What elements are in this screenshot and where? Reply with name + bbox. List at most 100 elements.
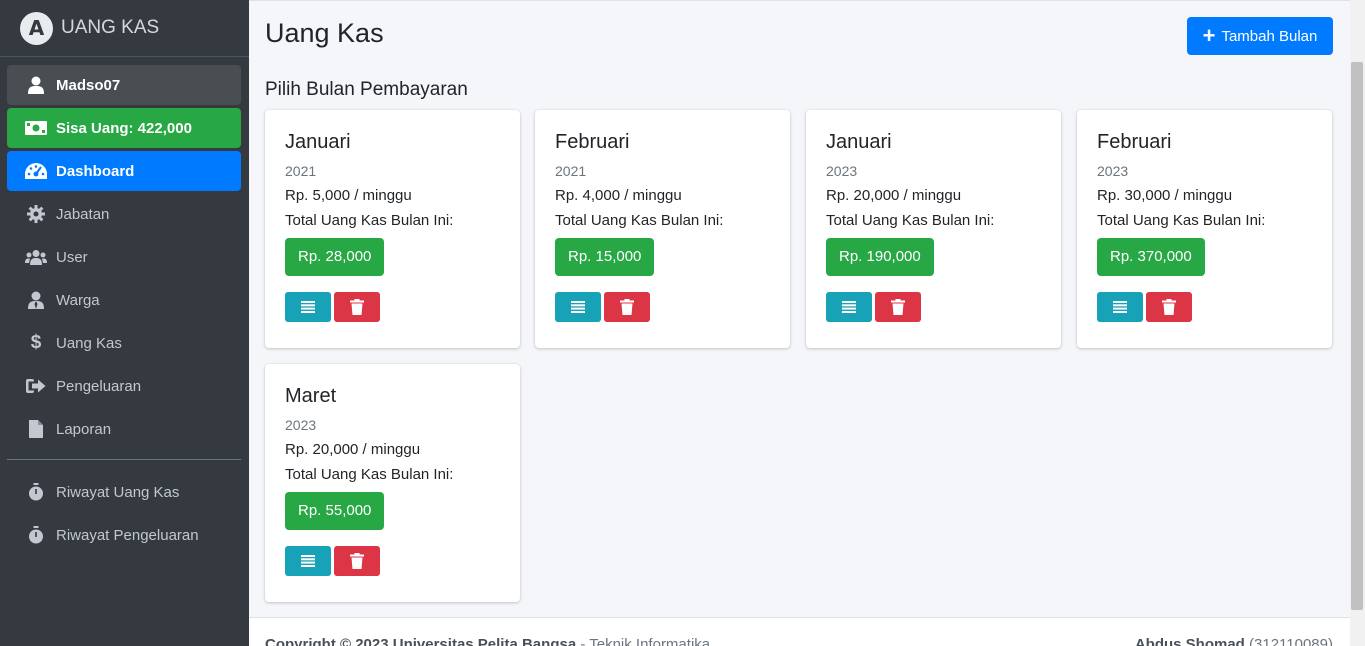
list-icon: [301, 555, 315, 567]
card-total-label: Total Uang Kas Bulan Ini:: [1097, 212, 1266, 229]
stopwatch-icon: [25, 483, 47, 501]
file-icon: [25, 420, 47, 438]
sidebar-item-riwayat-pengeluaran[interactable]: Riwayat Pengeluaran: [7, 515, 241, 555]
page-title: Uang Kas: [265, 18, 384, 48]
add-month-button[interactable]: + Tambah Bulan: [1187, 17, 1333, 55]
card-total-label: Total Uang Kas Bulan Ini:: [826, 212, 995, 229]
card-month: Maret: [285, 385, 337, 407]
card-total-badge: Rp. 370,000: [1097, 238, 1205, 276]
delete-button[interactable]: [1146, 292, 1192, 322]
sidebar-item-dashboard[interactable]: Dashboard: [7, 151, 241, 191]
detail-button[interactable]: [1097, 292, 1143, 322]
brand-link[interactable]: A UANG KAS: [0, 0, 249, 57]
brand-logo: A: [20, 11, 53, 45]
sidebar-item-label: Uang Kas: [56, 334, 122, 352]
sidebar: A UANG KAS Madso07 Sisa Uang: 422,000 Da…: [0, 0, 249, 646]
scrollbar-thumb[interactable]: [1351, 62, 1363, 610]
card-total-label: Total Uang Kas Bulan Ini:: [555, 212, 724, 229]
sidebar-item-label: User: [56, 248, 88, 266]
plus-icon: +: [1202, 23, 1216, 48]
dollar-icon: $: [30, 332, 42, 353]
trash-icon: [620, 299, 634, 315]
card-price: Rp. 30,000 / minggu: [1097, 187, 1233, 204]
sidebar-item-laporan[interactable]: Laporan: [7, 409, 241, 449]
card-price: Rp. 5,000 / minggu: [285, 187, 412, 204]
sidebar-divider: [7, 459, 241, 460]
footer: Copyright © 2023 Universitas Pelita Bang…: [249, 617, 1350, 646]
card-total-label: Total Uang Kas Bulan Ini:: [285, 466, 454, 483]
sidebar-balance[interactable]: Sisa Uang: 422,000: [7, 108, 241, 148]
card-price: Rp. 4,000 / minggu: [555, 187, 682, 204]
footer-copyright: Copyright © 2023 Universitas Pelita Bang…: [265, 636, 710, 646]
footer-author: Abdus Shomad (312110089): [1135, 636, 1333, 646]
detail-button[interactable]: [555, 292, 601, 322]
sidebar-balance-label: Sisa Uang: 422,000: [56, 119, 192, 137]
card-total-label: Total Uang Kas Bulan Ini:: [285, 212, 454, 229]
detail-button[interactable]: [826, 292, 872, 322]
sidebar-item-label: Riwayat Uang Kas: [56, 483, 180, 501]
delete-button[interactable]: [604, 292, 650, 322]
list-icon: [1113, 301, 1127, 313]
card-month: Februari: [555, 131, 630, 153]
main-content: Uang Kas + Tambah Bulan Pilih Bulan Pemb…: [249, 0, 1350, 646]
stopwatch-icon: [25, 526, 47, 544]
sidebar-item-user[interactable]: User: [7, 237, 241, 277]
list-icon: [571, 301, 585, 313]
sidebar-item-riwayat-uang-kas[interactable]: Riwayat Uang Kas: [7, 472, 241, 512]
dashboard-icon: [25, 163, 47, 179]
citizen-icon: [25, 291, 47, 309]
footer-dept: - Teknik Informatika: [580, 636, 711, 646]
delete-button[interactable]: [334, 546, 380, 576]
card-price: Rp. 20,000 / minggu: [285, 441, 421, 458]
footer-author-nim: (312110089): [1249, 636, 1333, 646]
month-card: Februari 2021 Rp. 4,000 / minggu Total U…: [535, 110, 790, 348]
user-icon: [25, 76, 47, 94]
sidebar-item-label: Jabatan: [56, 205, 110, 223]
sidebar-user-label: Madso07: [56, 76, 121, 94]
add-month-label: Tambah Bulan: [1221, 27, 1318, 45]
card-year: 2021: [285, 163, 317, 179]
month-card: Februari 2023 Rp. 30,000 / minggu Total …: [1077, 110, 1332, 348]
detail-button[interactable]: [285, 292, 331, 322]
delete-button[interactable]: [875, 292, 921, 322]
sidebar-item-label: Riwayat Pengeluaran: [56, 526, 199, 544]
page-scrollbar[interactable]: [1350, 0, 1365, 646]
sign-out-icon: [25, 378, 47, 394]
month-card: Maret 2023 Rp. 20,000 / minggu Total Uan…: [265, 364, 520, 602]
trash-icon: [1162, 299, 1176, 315]
gear-icon: [25, 205, 47, 223]
sidebar-item-warga[interactable]: Warga: [7, 280, 241, 320]
trash-icon: [350, 299, 364, 315]
brand-name: UANG KAS: [61, 17, 160, 38]
detail-button[interactable]: [285, 546, 331, 576]
card-month: Januari: [285, 131, 351, 153]
card-year: 2023: [285, 417, 317, 433]
card-year: 2023: [826, 163, 858, 179]
footer-copyright-text: Copyright © 2023 Universitas Pelita Bang…: [265, 636, 577, 646]
trash-icon: [891, 299, 905, 315]
sidebar-item-pengeluaran[interactable]: Pengeluaran: [7, 366, 241, 406]
sidebar-item-label: Pengeluaran: [56, 377, 142, 395]
month-card: Januari 2023 Rp. 20,000 / minggu Total U…: [806, 110, 1061, 348]
card-total-badge: Rp. 55,000: [285, 492, 385, 530]
sidebar-item-label: Dashboard: [56, 162, 135, 180]
sidebar-item-jabatan[interactable]: Jabatan: [7, 194, 241, 234]
list-icon: [842, 301, 856, 313]
sidebar-nav: Madso07 Sisa Uang: 422,000 Dashboard Jab…: [0, 57, 249, 555]
users-icon: [25, 249, 47, 265]
card-month: Februari: [1097, 131, 1172, 153]
money-icon: [25, 121, 47, 135]
card-total-badge: Rp. 28,000: [285, 238, 385, 276]
card-year: 2023: [1097, 163, 1129, 179]
card-year: 2021: [555, 163, 587, 179]
list-icon: [301, 301, 315, 313]
sidebar-item-uang-kas[interactable]: $ Uang Kas: [7, 323, 241, 363]
card-month: Januari: [826, 131, 892, 153]
card-price: Rp. 20,000 / minggu: [826, 187, 962, 204]
delete-button[interactable]: [334, 292, 380, 322]
card-total-badge: Rp. 190,000: [826, 238, 934, 276]
sidebar-user[interactable]: Madso07: [7, 65, 241, 105]
month-card: Januari 2021 Rp. 5,000 / minggu Total Ua…: [265, 110, 520, 348]
footer-author-name: Abdus Shomad: [1134, 636, 1245, 646]
trash-icon: [350, 553, 364, 569]
